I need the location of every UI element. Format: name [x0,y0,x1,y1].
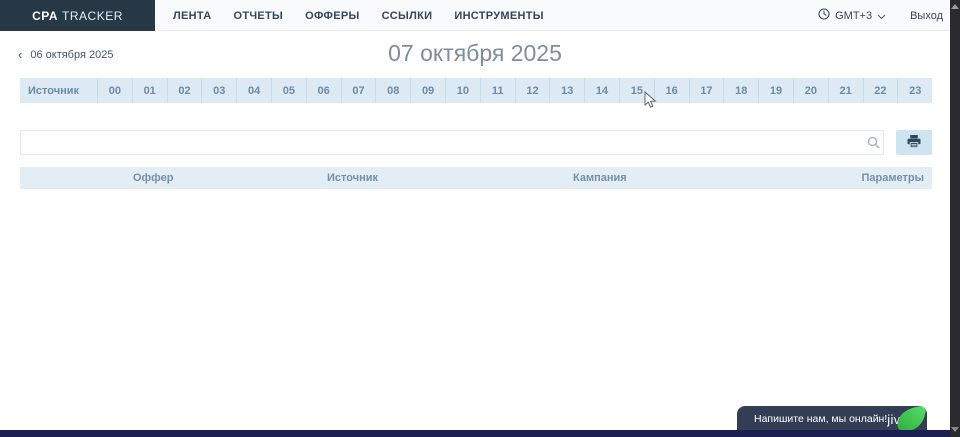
search-input[interactable] [20,130,884,155]
leaf-icon [895,406,927,432]
column-header-offer: Оффер [133,172,327,184]
main-menu-item[interactable]: ОТЧЕТЫ [233,10,283,22]
logout-link[interactable]: Выход [910,10,943,22]
page: { "navbar": { "logo": { "bold": "CPA", "… [0,0,960,437]
hour-cell: 16 [654,78,689,103]
chat-widget[interactable]: Напишите нам, мы онлайн! jivo [737,406,927,432]
chevron-down-icon [877,7,886,25]
hour-cell: 20 [793,78,828,103]
hour-cell: 21 [828,78,863,103]
stats-table-header: Оффер Источник Кампания Параметры [20,167,932,189]
print-icon [907,135,921,151]
hour-cell: 15 [619,78,654,103]
hour-cell: 01 [132,78,167,103]
main-menu-item[interactable]: ОФФЕРЫ [305,10,359,22]
timezone-label: GMT+3 [835,10,872,22]
hour-cell: 04 [236,78,271,103]
app-logo-bold: CPA [32,9,58,23]
hour-cell: 13 [549,78,584,103]
hour-cell: 18 [723,78,758,103]
hour-cell: 23 [897,78,932,103]
main-menu-item[interactable]: ИНСТРУМЕНТЫ [454,10,544,22]
main-menu-item[interactable]: ЛЕНТА [173,10,211,22]
hour-header-source: Источник [20,78,97,103]
scroll-down-arrow-icon[interactable] [951,427,959,432]
hour-cell: 10 [445,78,480,103]
search-icon [867,136,880,149]
top-navbar: CPA TRACKER ЛЕНТА ОТЧЕТЫ ОФФЕРЫ ССЫЛКИ ИНСТР… [0,0,960,31]
hour-cell: 03 [201,78,236,103]
app-logo-rest: TRACKER [62,9,123,23]
scroll-up-arrow-icon[interactable] [951,4,959,9]
vertical-scrollbar[interactable] [950,0,960,437]
navbar-right: GMT+3 Выход [818,0,943,31]
hour-header-cells: 0001020304050607080910111213141516171819… [97,78,932,103]
chat-message: Напишите нам, мы онлайн! [737,413,887,425]
column-header-params: Параметры [830,172,932,184]
main-menu: ЛЕНТА ОТЧЕТЫ ОФФЕРЫ ССЫЛКИ ИНСТРУМЕНТЫ [173,0,544,31]
hour-cell: 08 [375,78,410,103]
column-header-source: Источник [327,172,573,184]
main-menu-item[interactable]: ССЫЛКИ [382,10,433,22]
hour-cell: 14 [584,78,619,103]
page-title: 07 октября 2025 [0,40,950,67]
hour-cell: 12 [515,78,550,103]
column-header-campaign: Кампания [573,172,830,184]
bottom-edge-bar [0,430,960,437]
clock-icon [818,7,830,25]
hour-cell: 00 [97,78,132,103]
timezone-selector[interactable]: GMT+3 [818,7,886,25]
app-logo[interactable]: CPA TRACKER [0,0,155,31]
hour-cell: 07 [341,78,376,103]
hour-cell: 22 [863,78,898,103]
hour-cell: 11 [480,78,515,103]
hour-cell: 02 [167,78,202,103]
hour-cell: 06 [306,78,341,103]
hour-header-row: Источник 0001020304050607080910111213141… [20,78,932,103]
hour-cell: 09 [410,78,445,103]
hour-cell: 05 [271,78,306,103]
hour-cell: 17 [689,78,724,103]
hour-cell: 19 [758,78,793,103]
print-button[interactable] [896,130,932,155]
